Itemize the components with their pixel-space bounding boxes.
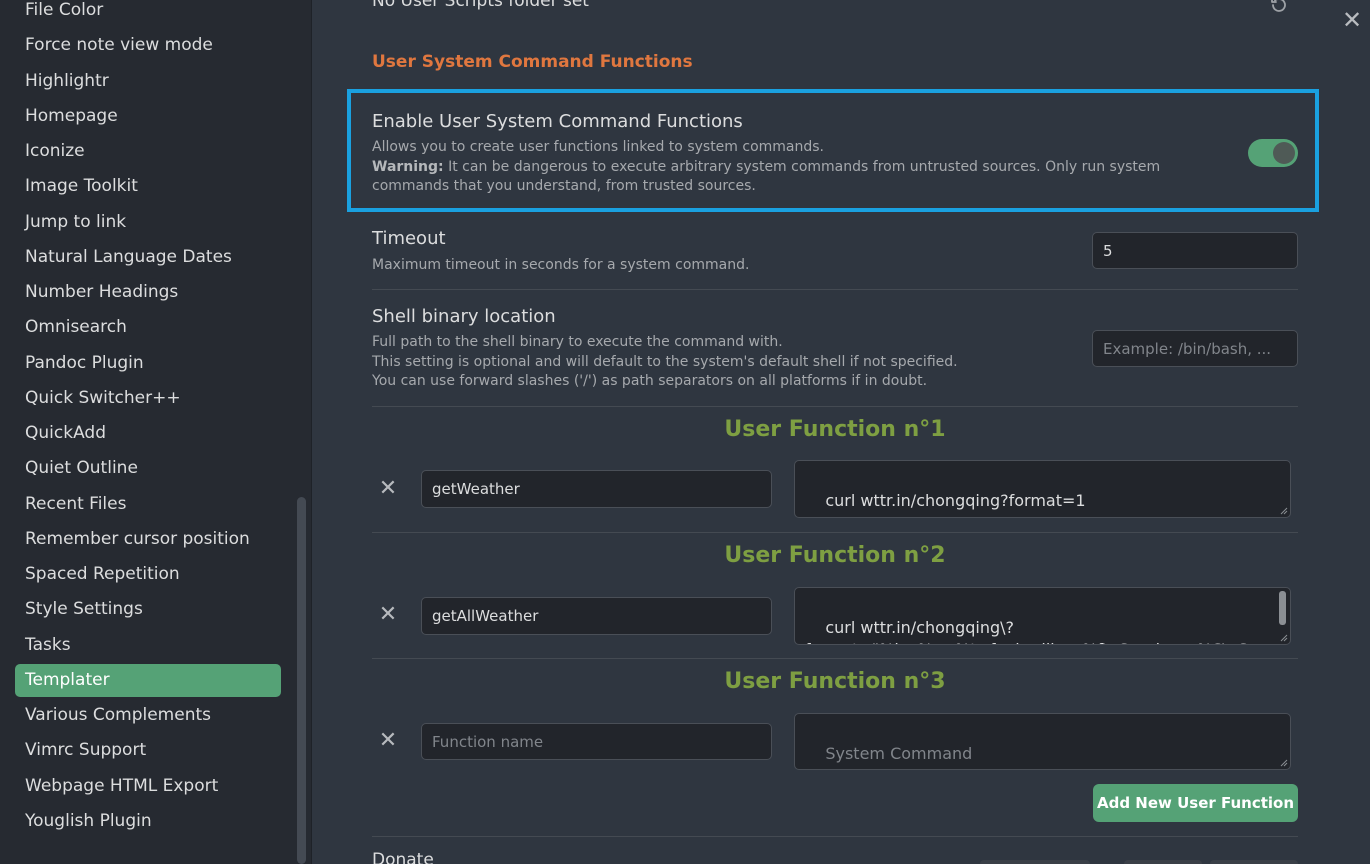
system-command-placeholder: System Command [825, 744, 973, 763]
user-function-heading: User Function n°3 [724, 669, 946, 694]
donate-setting-name: Donate [372, 850, 434, 864]
settings-content: No User Scripts folder set ✕ User System… [312, 0, 1370, 864]
sidebar-item-youglish-plugin[interactable]: Youglish Plugin [15, 805, 281, 838]
settings-sidebar: File Color Force note view mode Highligh… [0, 0, 312, 864]
user-function-heading: User Function n°2 [724, 543, 946, 568]
divider [372, 658, 1298, 659]
timeout-setting-desc: Maximum timeout in seconds for a system … [372, 257, 750, 273]
resize-grip-icon[interactable] [1279, 633, 1288, 642]
toggle-knob [1273, 142, 1295, 164]
system-command-textarea[interactable]: curl wttr.in/chongqing\? format="%l:+%c+… [794, 587, 1291, 645]
textarea-scrollbar[interactable] [1279, 591, 1286, 625]
section-heading: User System Command Functions [372, 52, 693, 72]
shell-desc-line: Full path to the shell binary to execute… [372, 334, 783, 350]
sidebar-item-image-toolkit[interactable]: Image Toolkit [15, 170, 281, 203]
x-icon[interactable]: ✕ [377, 478, 399, 500]
sidebar-item-natural-language-dates[interactable]: Natural Language Dates [15, 241, 281, 274]
divider [372, 532, 1298, 533]
sidebar-item-remember-cursor-position[interactable]: Remember cursor position [15, 523, 281, 556]
sidebar-item-templater[interactable]: Templater [15, 664, 281, 697]
enable-setting-desc: Allows you to create user functions link… [372, 138, 1232, 197]
system-command-textarea[interactable]: System Command [794, 713, 1291, 770]
sidebar-item-highlightr[interactable]: Highlightr [15, 65, 281, 98]
sidebar-scrollbar[interactable] [297, 497, 306, 864]
donate-button[interactable] [980, 860, 1090, 864]
sidebar-item-file-color[interactable]: File Color [15, 0, 281, 27]
sidebar-item-style-settings[interactable]: Style Settings [15, 593, 281, 626]
sidebar-item-pandoc-plugin[interactable]: Pandoc Plugin [15, 347, 281, 380]
system-command-textarea[interactable]: curl wttr.in/chongqing?format=1 [794, 460, 1291, 518]
shell-binary-input[interactable]: Example: /bin/bash, ... [1092, 330, 1298, 367]
divider [372, 289, 1298, 290]
sidebar-item-spaced-repetition[interactable]: Spaced Repetition [15, 558, 281, 591]
shell-desc-line: This setting is optional and will defaul… [372, 353, 958, 370]
enable-desc-text: Allows you to create user functions link… [372, 139, 825, 155]
shell-setting-desc: Full path to the shell binary to execute… [372, 333, 1072, 392]
resize-grip-icon[interactable] [1279, 506, 1288, 515]
warning-label: Warning: [372, 158, 444, 175]
reset-icon[interactable] [1268, 0, 1290, 16]
timeout-setting-name: Timeout [372, 228, 446, 249]
system-command-text: curl wttr.in/chongqing\? format="%l:+%c+… [805, 618, 1290, 644]
sidebar-item-quickadd[interactable]: QuickAdd [15, 417, 281, 450]
x-icon[interactable]: ✕ [377, 730, 399, 752]
function-name-input[interactable]: Function name [421, 723, 772, 760]
donate-button[interactable] [1210, 860, 1298, 864]
timeout-input[interactable]: 5 [1092, 232, 1298, 269]
sidebar-item-quiet-outline[interactable]: Quiet Outline [15, 452, 281, 485]
enable-toggle[interactable] [1248, 139, 1298, 167]
resize-grip-icon[interactable] [1279, 758, 1288, 767]
sidebar-item-omnisearch[interactable]: Omnisearch [15, 311, 281, 344]
divider [372, 406, 1298, 407]
user-function-heading: User Function n°1 [724, 417, 946, 442]
sidebar-item-various-complements[interactable]: Various Complements [15, 699, 281, 732]
donate-button[interactable] [1124, 860, 1202, 864]
add-new-user-function-button[interactable]: Add New User Function [1093, 784, 1298, 822]
shell-setting-name: Shell binary location [372, 306, 556, 327]
enable-warning: Warning: It can be dangerous to execute … [372, 158, 1232, 197]
function-name-input[interactable]: getAllWeather [421, 597, 772, 635]
sidebar-item-recent-files[interactable]: Recent Files [15, 488, 281, 521]
function-name-input[interactable]: getWeather [421, 470, 772, 508]
x-icon[interactable]: ✕ [377, 604, 399, 626]
enable-setting-name: Enable User System Command Functions [372, 111, 743, 132]
system-command-text: curl wttr.in/chongqing?format=1 [825, 491, 1086, 510]
sidebar-item-jump-to-link[interactable]: Jump to link [15, 206, 281, 239]
shell-desc-line: You can use forward slashes ('/') as pat… [372, 373, 928, 389]
divider [372, 836, 1298, 837]
sidebar-item-number-headings[interactable]: Number Headings [15, 276, 281, 309]
sidebar-item-webpage-html-export[interactable]: Webpage HTML Export [15, 770, 281, 803]
close-icon[interactable]: ✕ [1340, 8, 1364, 32]
sidebar-item-tasks[interactable]: Tasks [15, 629, 281, 662]
sidebar-item-homepage[interactable]: Homepage [15, 100, 281, 133]
sidebar-item-iconize[interactable]: Iconize [15, 135, 281, 168]
warning-text: It can be dangerous to execute arbitrary… [372, 158, 1161, 195]
user-scripts-folder-status: No User Scripts folder set [372, 0, 589, 11]
sidebar-item-vimrc-support[interactable]: Vimrc Support [15, 734, 281, 767]
sidebar-item-quick-switcher[interactable]: Quick Switcher++ [15, 382, 281, 415]
sidebar-item-force-note-view-mode[interactable]: Force note view mode [15, 29, 281, 62]
